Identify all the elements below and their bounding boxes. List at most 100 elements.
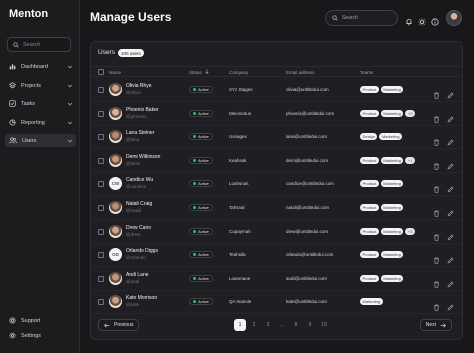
page-number-button[interactable]: 10: [318, 319, 330, 331]
team-tag: Design: [360, 133, 378, 141]
company-cell: Loanmaoe: [229, 275, 251, 281]
team-tag: Product: [360, 274, 379, 282]
sidebar-item-dashboard[interactable]: Dashboard: [5, 60, 76, 73]
sidebar-item-settings[interactable]: Settings: [9, 332, 41, 339]
row-checkbox[interactable]: [98, 205, 104, 211]
status-dot-icon: [193, 300, 196, 304]
table-row[interactable]: CW Candice Wu @candice Active Loahsnas c…: [91, 172, 462, 197]
team-tag: Marketing: [379, 133, 403, 141]
page-number-button[interactable]: 3: [262, 319, 274, 331]
page-number-button[interactable]: 2: [248, 319, 260, 331]
column-header-company[interactable]: Company: [229, 70, 248, 75]
row-checkbox[interactable]: [98, 134, 104, 141]
company-cell: Copaymah: [229, 228, 251, 234]
sidebar-item-projects[interactable]: Projects: [5, 79, 76, 92]
status-dot-icon: [193, 182, 196, 186]
table-row[interactable]: Lana Steiner @lana Active Usnagex lana@u…: [91, 125, 462, 150]
page-ellipsis: ...: [279, 322, 285, 328]
row-checkbox[interactable]: [98, 157, 104, 164]
pie-chart-icon: [9, 119, 16, 126]
column-header-status[interactable]: Status: [189, 70, 202, 75]
users-icon: [9, 137, 17, 144]
email-cell: demi@untitledui.com: [286, 157, 329, 163]
table-row[interactable]: Demi Wilkinson @demi Active Keahsak demi…: [91, 149, 462, 173]
user-name: Natali Craig: [126, 201, 153, 207]
gear-icon: [9, 332, 16, 339]
chevron-down-icon: [67, 120, 73, 126]
user-avatar[interactable]: [446, 10, 462, 26]
row-checkbox[interactable]: [98, 181, 104, 188]
arrow-down-icon[interactable]: [205, 69, 209, 75]
page-number-button[interactable]: 1: [234, 319, 246, 331]
table-row[interactable]: Drew Cano @drew Active Copaymah drew@unt…: [91, 220, 462, 244]
status-label: Active: [198, 205, 209, 210]
column-header-email[interactable]: Email address: [286, 70, 315, 75]
teams-cell: Product Marketing +2: [360, 109, 415, 117]
header-search-input[interactable]: Search: [325, 10, 398, 26]
avatar: [109, 130, 122, 144]
row-checkbox[interactable]: [98, 110, 104, 117]
team-more-tag: +2: [405, 109, 415, 117]
user-handle: @kate: [126, 302, 140, 308]
row-checkbox[interactable]: [98, 228, 104, 235]
sidebar-search-placeholder: Search: [23, 41, 41, 48]
page-number-button[interactable]: 8: [290, 319, 302, 331]
team-tag: Product: [360, 180, 379, 188]
status-badge: Active: [189, 86, 213, 93]
user-name: Orlando Diggs: [126, 248, 158, 255]
sun-icon[interactable]: [418, 13, 426, 31]
team-tag: Marketing: [380, 227, 404, 235]
email-cell: candice@untitledui.com: [286, 181, 334, 187]
sidebar-item-reporting[interactable]: Reporting: [5, 116, 76, 129]
next-page-button[interactable]: Next: [419, 319, 452, 331]
previous-page-button[interactable]: Previous: [98, 319, 140, 331]
team-tag: Marketing: [380, 109, 404, 117]
company-cell: Tahsnal: [229, 205, 245, 210]
status-label: Active: [198, 157, 209, 163]
table-header: Name Status Company Email address Teams: [91, 66, 462, 77]
brand-logo[interactable]: Menton: [9, 8, 48, 20]
page-number-button[interactable]: 9: [304, 319, 316, 331]
status-badge: Active: [189, 298, 213, 306]
table-row[interactable]: Kate Morrison @kate Active QA manole kat…: [91, 290, 462, 315]
status-dot-icon: [193, 88, 196, 91]
bell-icon[interactable]: [405, 13, 413, 31]
status-label: Active: [198, 134, 209, 140]
teams-cell: Product Marketing: [360, 180, 404, 188]
column-header-teams[interactable]: Teams: [360, 70, 373, 75]
teams-cell: Product Marketing: [360, 274, 404, 282]
sidebar-item-support[interactable]: Support: [9, 317, 40, 324]
info-icon[interactable]: [431, 13, 439, 31]
company-cell: XYz Stages: [229, 87, 253, 92]
team-tag: Product: [360, 109, 379, 117]
user-name: Candice Wu: [126, 177, 154, 184]
table-row[interactable]: Natali Craig @natali Active Tahsnal nata…: [91, 196, 462, 220]
table-row[interactable]: OD Orlando Diggs @orlando Active Teahsil…: [91, 243, 462, 268]
row-checkbox[interactable]: [98, 87, 104, 93]
sidebar-item-tasks[interactable]: Tasks: [5, 97, 76, 110]
avatar: CW: [109, 177, 122, 191]
table-row[interactable]: Andi Lane @andi Active Loanmaoe andi@unt…: [91, 267, 462, 291]
user-name: Lana Steiner: [126, 130, 155, 137]
avatar-initials: OD: [112, 252, 119, 258]
teams-cell: Product Marketing: [360, 204, 404, 211]
sidebar-item-users[interactable]: Users: [5, 134, 76, 147]
row-checkbox[interactable]: [98, 299, 104, 306]
row-checkbox[interactable]: [98, 275, 104, 282]
status-badge: Active: [189, 251, 213, 259]
pagination: Previous 1 2 3... 8 9 10 Next: [91, 314, 462, 338]
sidebar-search-input[interactable]: Search: [7, 37, 71, 52]
status-dot-icon: [193, 158, 196, 162]
teams-cell: Product Marketing +3: [360, 227, 415, 235]
row-checkbox[interactable]: [98, 252, 104, 259]
table-row[interactable]: Phoenix Baker @phoenix Active Meionedus …: [91, 102, 462, 126]
next-label: Next: [425, 322, 436, 328]
user-handle: @phoenix: [126, 113, 147, 119]
previous-label: Previous: [114, 322, 134, 328]
select-all-checkbox[interactable]: [98, 69, 104, 75]
company-cell: Keahsak: [229, 157, 247, 163]
table-row[interactable]: Olivia Rhye @olivia Active XYz Stages ol…: [91, 78, 462, 102]
chevron-down-icon: [67, 138, 73, 144]
column-header-name[interactable]: Name: [109, 70, 121, 75]
avatar: [109, 295, 122, 309]
